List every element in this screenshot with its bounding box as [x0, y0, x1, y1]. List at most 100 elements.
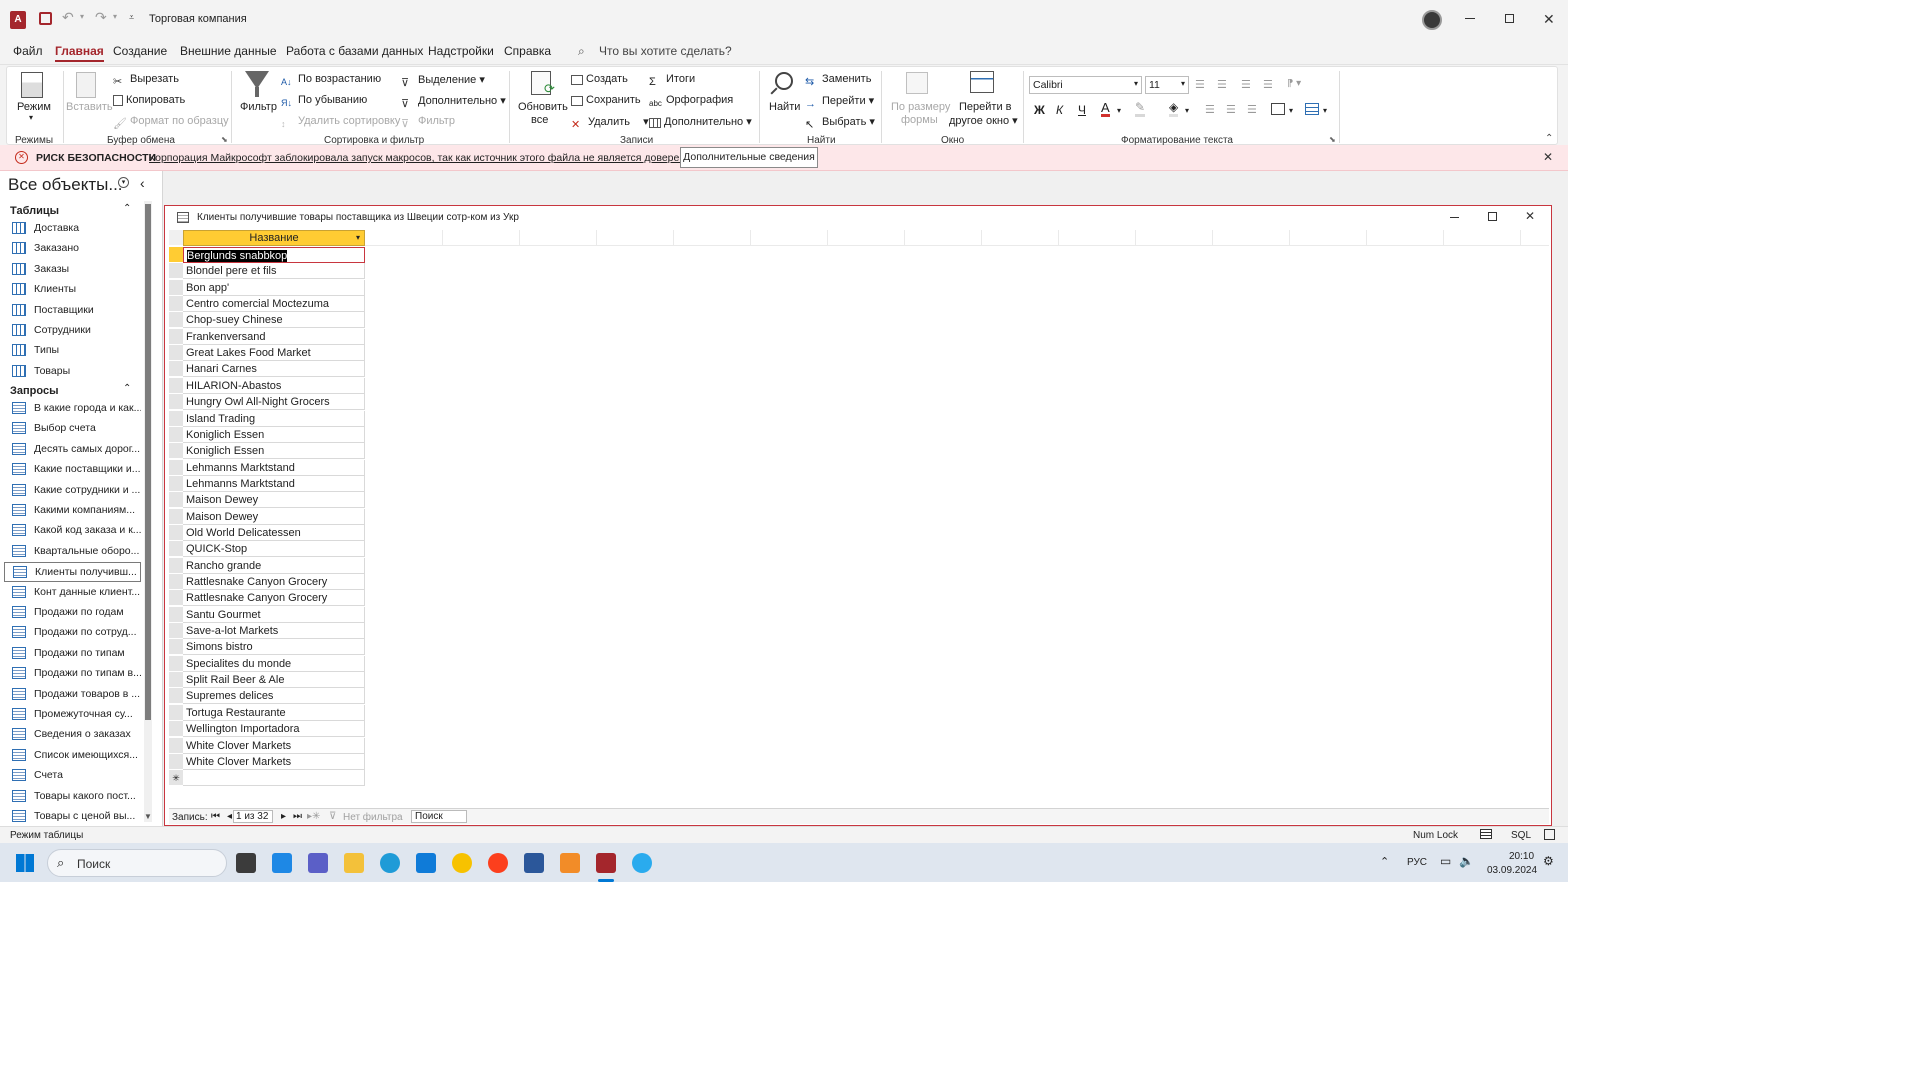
advanced-filter-button[interactable]: ⊽ Дополнительно ▾ [401, 94, 506, 111]
row-selector[interactable] [169, 688, 183, 705]
row-selector[interactable] [169, 721, 183, 738]
row-selector[interactable] [169, 606, 183, 623]
table-row[interactable]: Hanari Carnes [183, 361, 365, 378]
font-color-icon[interactable]: A [1101, 101, 1110, 117]
table-row[interactable]: Tortuga Restaurante [183, 704, 365, 721]
italic-button[interactable]: К [1056, 103, 1063, 117]
align-center-icon[interactable]: ☰ [1226, 103, 1236, 116]
cell-name[interactable]: Rattlesnake Canyon Grocery [186, 592, 327, 604]
nav-query-item[interactable]: Продажи по типам [4, 644, 141, 664]
row-selector[interactable] [169, 590, 183, 607]
yandex-icon[interactable] [488, 853, 508, 873]
totals-button[interactable]: Σ Итоги [649, 73, 695, 90]
cell-name[interactable]: Blondel pere et fils [186, 265, 277, 277]
clock-date[interactable]: 03.09.2024 [1487, 865, 1537, 876]
nav-pane-title[interactable]: Все объекты... [8, 175, 123, 195]
switch-windows-button[interactable]: Перейти в [959, 101, 1012, 113]
table-row[interactable]: Split Rail Beer & Ale [183, 672, 365, 689]
fill-color-dropdown-icon[interactable]: ▾ [1185, 106, 1189, 115]
record-search-input[interactable]: Поиск [411, 810, 467, 823]
shutter-bar-close-icon[interactable]: ‹ [140, 175, 145, 191]
select-all-box[interactable] [169, 230, 183, 246]
sort-descending-button[interactable]: Я↓ По убыванию [281, 94, 367, 112]
nav-section-tables[interactable]: Таблицы [10, 205, 59, 217]
row-selector[interactable] [169, 377, 183, 394]
save-record-button[interactable]: Сохранить [571, 94, 641, 106]
cell-name[interactable]: Tortuga Restaurante [186, 707, 286, 719]
cell-name[interactable]: Hungry Owl All-Night Grocers [186, 396, 330, 408]
cell-name[interactable]: Berglunds snabbkop [187, 250, 288, 262]
cell-name[interactable]: Supremes delices [186, 690, 273, 702]
find-magnifier-icon[interactable] [775, 72, 793, 90]
volume-icon[interactable]: 🔈 [1459, 854, 1474, 868]
nav-query-item[interactable]: Сведения о заказах [4, 725, 141, 745]
row-selector[interactable] [169, 361, 183, 378]
replace-button[interactable]: ⇆ Заменить [805, 73, 871, 89]
restore-icon[interactable] [1505, 14, 1514, 23]
collapse-tables-icon[interactable]: ⌃ [123, 203, 131, 214]
row-selector[interactable] [169, 492, 183, 509]
cell-name[interactable]: Santu Gourmet [186, 609, 261, 621]
table-row[interactable]: Rancho grande [183, 557, 365, 574]
notifications-icon[interactable]: ⚙ [1543, 854, 1554, 868]
row-selector[interactable] [169, 541, 183, 558]
undo-dropdown-icon[interactable]: ▾ [80, 12, 84, 21]
paste-button[interactable]: Вставить [66, 101, 113, 113]
teams-icon[interactable] [308, 853, 328, 873]
row-selector[interactable] [169, 753, 183, 770]
windows-start-icon[interactable] [16, 854, 34, 872]
tab-file[interactable]: Файл [13, 44, 43, 58]
table-row[interactable]: White Clover Markets [183, 737, 365, 754]
nav-table-item[interactable]: Доставка [4, 219, 141, 239]
cell-name[interactable]: Old World Delicatessen [186, 527, 301, 539]
view-mode-button[interactable]: Режим [17, 101, 51, 113]
bullets-icon[interactable]: ☰ [1195, 78, 1205, 91]
first-record-icon[interactable]: ⏮ [211, 811, 220, 822]
widgets-icon[interactable] [272, 853, 292, 873]
datasheet-view-icon[interactable] [1480, 829, 1492, 839]
table-row[interactable]: Save-a-lot Markets [183, 623, 365, 640]
cell-name[interactable]: Maison Dewey [186, 511, 258, 523]
gridlines-icon[interactable] [1305, 103, 1319, 115]
last-record-icon[interactable]: ⏭ [293, 811, 302, 822]
security-message-link[interactable]: Корпорация Майкрософт заблокировала запу… [149, 152, 709, 164]
cell-name[interactable]: Rattlesnake Canyon Grocery [186, 576, 327, 588]
edge-icon[interactable] [380, 853, 400, 873]
table-row[interactable]: Bon app' [183, 279, 365, 296]
nav-query-item[interactable]: Продажи по годам [4, 603, 141, 623]
cell-name[interactable]: Lehmanns Marktstand [186, 462, 295, 474]
paragraph-direction-icon[interactable]: ⁋ ▾ [1287, 78, 1301, 89]
tell-me-input[interactable]: Что вы хотите сделать? [599, 44, 732, 58]
nav-query-item[interactable]: Какие сотрудники и ... [4, 481, 141, 501]
row-selector[interactable] [169, 296, 183, 313]
switch-windows-button-line2[interactable]: другое окно ▾ [949, 114, 1018, 127]
nav-query-item[interactable]: Список имеющихся... [4, 746, 141, 766]
numbering-icon[interactable]: ☰ [1217, 78, 1227, 91]
tab-database-tools[interactable]: Работа с базами данных [286, 44, 423, 58]
new-record-row[interactable] [183, 770, 365, 787]
nav-query-item[interactable]: Промежуточная су... [4, 705, 141, 725]
file-explorer-icon[interactable] [344, 853, 364, 873]
view-mode-icon[interactable] [21, 72, 43, 98]
nav-query-item[interactable]: Продажи товаров в ... [4, 685, 141, 705]
table-row[interactable]: QUICK-Stop [183, 541, 365, 558]
nav-query-item[interactable]: Выбор счета [4, 419, 141, 439]
close-icon[interactable]: ✕ [1543, 11, 1555, 28]
table-row[interactable]: Blondel pere et fils [183, 263, 365, 280]
remove-sort-button[interactable]: ↕ Удалить сортировку [281, 115, 400, 133]
record-position-input[interactable]: 1 из 32 [233, 810, 273, 823]
nav-query-item[interactable]: Какой код заказа и к... [4, 521, 141, 541]
customize-qat-icon[interactable]: ⩡ [129, 12, 134, 23]
table-row[interactable]: Berglunds snabbkop [183, 247, 365, 263]
nav-query-item[interactable]: Товары с ценой вы... [4, 807, 141, 827]
table-row[interactable]: Hungry Owl All-Night Grocers [183, 394, 365, 411]
row-selector[interactable] [169, 655, 183, 672]
yandex-browser-icon[interactable] [452, 853, 472, 873]
row-selector[interactable] [169, 475, 183, 492]
cell-name[interactable]: Frankenversand [186, 331, 266, 343]
clock-time[interactable]: 20:10 [1509, 851, 1534, 862]
table-row[interactable]: Great Lakes Food Market [183, 345, 365, 362]
undo-icon[interactable]: ↶ [62, 9, 74, 26]
nav-query-item[interactable]: Клиенты получивш... [4, 562, 141, 583]
nav-scroll-down-icon[interactable]: ▼ [144, 812, 152, 821]
